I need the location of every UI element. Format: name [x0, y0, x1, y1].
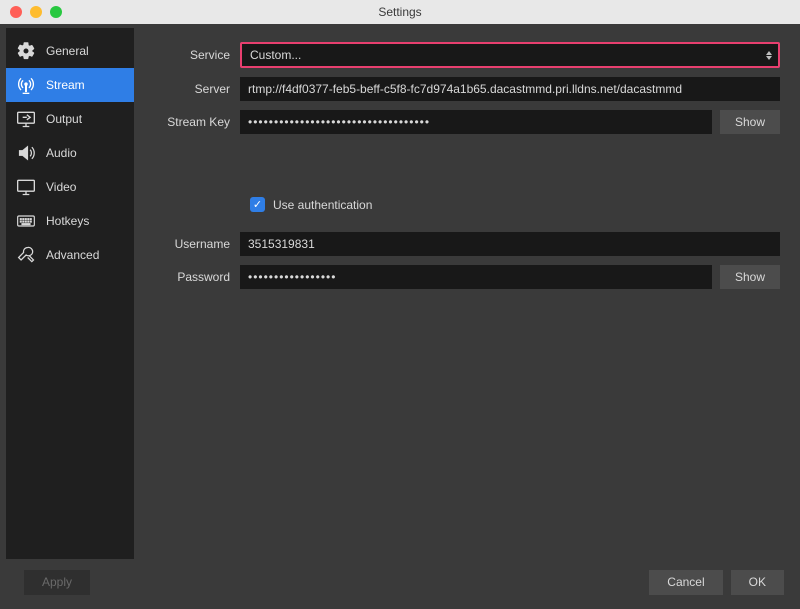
sidebar-item-output[interactable]: Output: [6, 102, 134, 136]
sidebar-item-label: Stream: [46, 78, 85, 92]
server-label: Server: [154, 82, 240, 96]
speaker-icon: [16, 143, 36, 163]
sidebar-item-stream[interactable]: Stream: [6, 68, 134, 102]
settings-panel: Service Server Stream Key Sho: [134, 24, 800, 565]
sidebar-item-audio[interactable]: Audio: [6, 136, 134, 170]
apply-button[interactable]: Apply: [24, 570, 90, 595]
sidebar-item-label: Audio: [46, 146, 77, 160]
sidebar-item-label: Hotkeys: [46, 214, 89, 228]
sidebar-item-label: Output: [46, 112, 82, 126]
close-icon[interactable]: [10, 6, 22, 18]
sidebar-item-advanced[interactable]: Advanced: [6, 238, 134, 272]
sidebar-item-label: General: [46, 44, 89, 58]
service-select[interactable]: [240, 42, 780, 68]
username-label: Username: [154, 237, 240, 251]
footer: Apply Cancel OK: [0, 565, 800, 609]
gear-icon: [16, 41, 36, 61]
server-input[interactable]: [240, 77, 780, 101]
streamkey-input[interactable]: [240, 110, 712, 134]
password-label: Password: [154, 270, 240, 284]
streamkey-label: Stream Key: [154, 115, 240, 129]
show-password-button[interactable]: Show: [720, 265, 780, 289]
sidebar-item-video[interactable]: Video: [6, 170, 134, 204]
username-input[interactable]: [240, 232, 780, 256]
monitor-output-icon: [16, 109, 36, 129]
show-streamkey-button[interactable]: Show: [720, 110, 780, 134]
broadcast-icon: [16, 75, 36, 95]
service-label: Service: [154, 48, 240, 62]
sidebar-item-general[interactable]: General: [6, 34, 134, 68]
use-auth-checkbox[interactable]: ✓: [250, 197, 265, 212]
monitor-icon: [16, 177, 36, 197]
keyboard-icon: [16, 211, 36, 231]
sidebar-item-hotkeys[interactable]: Hotkeys: [6, 204, 134, 238]
titlebar: Settings: [0, 0, 800, 24]
sidebar-item-label: Video: [46, 180, 76, 194]
sidebar-item-label: Advanced: [46, 248, 99, 262]
cancel-button[interactable]: Cancel: [649, 570, 722, 595]
window-title: Settings: [0, 5, 800, 19]
ok-button[interactable]: OK: [731, 570, 784, 595]
minimize-icon[interactable]: [30, 6, 42, 18]
use-auth-label: Use authentication: [273, 198, 372, 212]
maximize-icon[interactable]: [50, 6, 62, 18]
password-input[interactable]: [240, 265, 712, 289]
sidebar: General Stream Output Audio: [6, 28, 134, 559]
tools-icon: [16, 245, 36, 265]
service-select-value[interactable]: [242, 44, 778, 66]
